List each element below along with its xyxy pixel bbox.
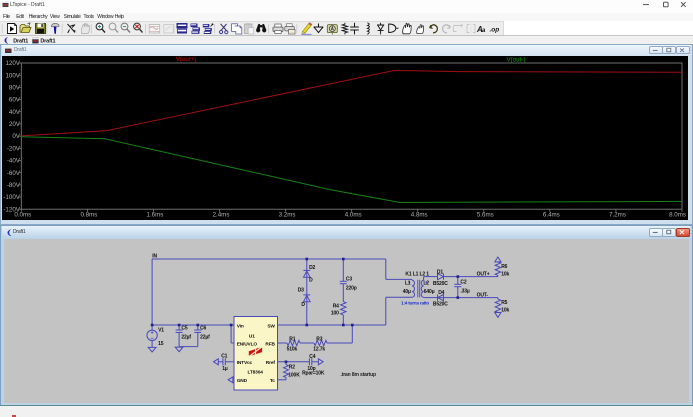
- svg-text:B520C: B520C: [432, 301, 447, 307]
- svg-text:R1: R1: [289, 336, 295, 342]
- svg-text:L1: L1: [404, 280, 410, 286]
- svg-text:U1: U1: [248, 334, 254, 340]
- svg-text:80V: 80V: [9, 84, 21, 91]
- svg-text:510k: 510k: [286, 346, 297, 352]
- svg-text:C6: C6: [200, 325, 206, 331]
- svg-text:R3: R3: [316, 336, 322, 342]
- svg-text:D4: D4: [438, 290, 444, 296]
- svg-text:B520C: B520C: [432, 281, 447, 287]
- svg-text:20V: 20V: [9, 121, 21, 128]
- svg-text:0V: 0V: [12, 133, 20, 140]
- svg-text:1.6ms: 1.6ms: [147, 212, 164, 219]
- svg-text:IN: IN: [152, 253, 157, 259]
- svg-text:22µf: 22µf: [181, 334, 191, 340]
- svg-text:7.2ms: 7.2ms: [609, 212, 626, 219]
- svg-text:C1: C1: [221, 354, 227, 360]
- svg-text:R2: R2: [288, 364, 294, 370]
- svg-text:1µ: 1µ: [222, 366, 228, 372]
- svg-text:.tran 8m startup: .tran 8m startup: [340, 372, 375, 378]
- svg-text:INTVcc: INTVcc: [236, 360, 252, 366]
- svg-text:D1: D1: [436, 269, 442, 275]
- svg-text:Tc: Tc: [269, 378, 274, 384]
- svg-text:22µf: 22µf: [200, 334, 210, 340]
- svg-text:640µ: 640µ: [423, 289, 434, 295]
- svg-text:V(out-): V(out-): [507, 57, 526, 64]
- svg-text:10k: 10k: [501, 271, 509, 277]
- svg-text:RFB: RFB: [265, 341, 275, 347]
- svg-text:R6: R6: [501, 264, 507, 270]
- svg-text:OUT-: OUT-: [476, 293, 488, 299]
- svg-text:6.4ms: 6.4ms: [543, 212, 560, 219]
- svg-text:C4: C4: [309, 354, 315, 360]
- svg-text:40V: 40V: [9, 109, 21, 116]
- svg-text:.33µ: .33µ: [460, 288, 470, 294]
- svg-text:3.2ms: 3.2ms: [279, 212, 296, 219]
- svg-text:Rpar=10K: Rpar=10K: [302, 371, 325, 377]
- svg-text:R4: R4: [332, 304, 338, 310]
- svg-text:8.0ms: 8.0ms: [669, 212, 686, 219]
- svg-text:C5: C5: [181, 325, 187, 331]
- svg-text:100V: 100V: [5, 72, 20, 79]
- svg-text:0.8ms: 0.8ms: [80, 212, 97, 219]
- svg-text:-60V: -60V: [7, 170, 21, 177]
- svg-text:a: a: [482, 28, 486, 34]
- svg-text:D: D: [301, 302, 305, 308]
- svg-text:SW: SW: [267, 323, 275, 329]
- svg-text:L2: L2: [423, 280, 429, 286]
- svg-text:OUT+: OUT+: [476, 272, 489, 278]
- svg-text:LT8304: LT8304: [247, 369, 263, 375]
- svg-text:5.6ms: 5.6ms: [477, 212, 494, 219]
- svg-text:40µ: 40µ: [402, 289, 410, 295]
- svg-text:Vin: Vin: [236, 323, 243, 329]
- svg-text:4.0ms: 4.0ms: [345, 212, 362, 219]
- svg-text:EN/UVLO: EN/UVLO: [236, 341, 257, 347]
- svg-text:-100V: -100V: [3, 194, 20, 201]
- svg-text:V1: V1: [158, 328, 164, 334]
- svg-text:0.0ms: 0.0ms: [14, 212, 31, 219]
- svg-text:10k: 10k: [501, 307, 509, 313]
- svg-text:100K: 100K: [288, 373, 300, 379]
- svg-text:60V: 60V: [9, 97, 21, 104]
- svg-text:15: 15: [158, 341, 164, 347]
- svg-text:-20V: -20V: [7, 145, 21, 152]
- svg-text:D: D: [309, 277, 313, 283]
- svg-text:D3: D3: [297, 288, 303, 294]
- svg-text:C3: C3: [345, 276, 351, 282]
- svg-text:.op: .op: [490, 26, 500, 33]
- svg-text:GND: GND: [236, 378, 247, 384]
- svg-text:K1 L1 L2 1: K1 L1 L2 1: [405, 271, 429, 277]
- svg-text:2.4ms: 2.4ms: [213, 212, 230, 219]
- svg-text:1:4 turns ratio: 1:4 turns ratio: [401, 300, 429, 306]
- svg-text:Rref: Rref: [265, 360, 275, 366]
- svg-text:D2: D2: [309, 265, 315, 271]
- svg-text:C2: C2: [460, 280, 466, 286]
- svg-text:4.8ms: 4.8ms: [411, 212, 428, 219]
- svg-text:220p: 220p: [345, 286, 356, 292]
- svg-text:-40V: -40V: [7, 158, 21, 165]
- svg-text:120V: 120V: [5, 60, 20, 67]
- svg-text:-80V: -80V: [7, 182, 21, 189]
- svg-text:R5: R5: [501, 300, 507, 306]
- svg-text:V(out+): V(out+): [176, 56, 196, 63]
- svg-text:100: 100: [330, 311, 338, 317]
- svg-text:12.7k: 12.7k: [313, 346, 325, 352]
